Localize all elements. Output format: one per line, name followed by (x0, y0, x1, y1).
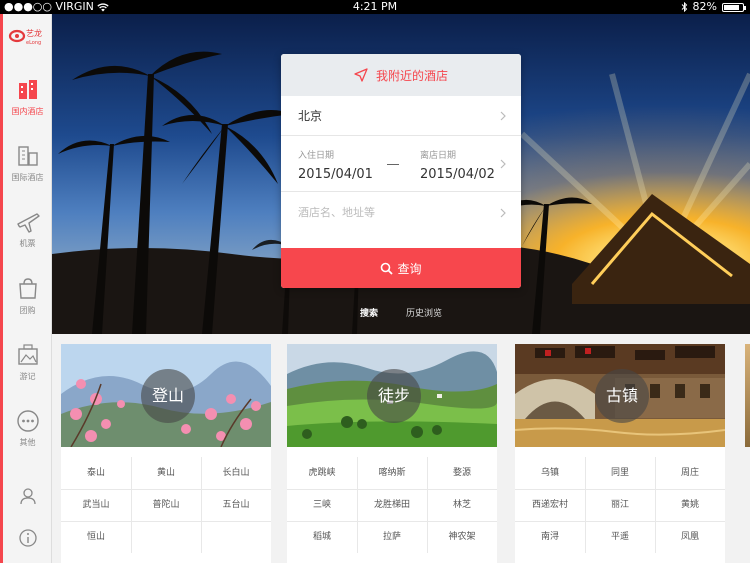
user-icon (19, 488, 36, 505)
hotel-search-card: 我附近的酒店 北京 入住日期 2015/04/01 离店日期 2015/04/0… (281, 54, 521, 288)
battery-percent: 82% (692, 0, 717, 13)
checkin-value: 2015/04/01 (298, 167, 373, 182)
chevron-right-icon (500, 208, 506, 218)
search-button[interactable]: 查询 (281, 248, 521, 288)
place-item[interactable]: 长白山 (201, 457, 271, 489)
more-icon (16, 410, 39, 432)
place-item[interactable]: 三峡 (287, 489, 357, 521)
nav-label: 国内酒店 (11, 107, 44, 116)
place-item[interactable]: 神农架 (427, 521, 497, 553)
category-title: 古镇 (595, 369, 649, 423)
place-item[interactable]: 丽江 (585, 489, 655, 521)
battery-icon (722, 2, 746, 12)
status-bar: ●●●○○ VIRGIN 4:21 PM 82% (0, 0, 750, 14)
category-photo: 徒步 (287, 344, 497, 447)
shopping-bag-icon (18, 278, 37, 299)
international-hotel-icon (17, 146, 38, 166)
city-selector[interactable]: 北京 (281, 96, 521, 136)
nav-label: 国际酒店 (11, 173, 44, 182)
place-item[interactable]: 恒山 (61, 521, 131, 553)
place-item[interactable]: 平遥 (585, 521, 655, 553)
nearby-hotels-button[interactable]: 我附近的酒店 (281, 54, 521, 96)
next-category-peek[interactable] (745, 344, 750, 447)
place-item[interactable]: 泰山 (61, 457, 131, 489)
city-value: 北京 (298, 109, 323, 123)
logo-subtext: eLong (26, 40, 41, 46)
travel-notes-icon (17, 344, 38, 365)
category-photo: 登山 (61, 344, 271, 447)
airplane-icon (16, 213, 40, 233)
place-item[interactable]: 拉萨 (357, 521, 427, 553)
nav-flights[interactable]: 机票 (3, 209, 52, 269)
nav-label: 游记 (19, 372, 36, 381)
clock: 4:21 PM (352, 0, 398, 13)
checkout-value: 2015/04/02 (420, 167, 495, 182)
category-card-hiking[interactable]: 徒步 虎跳峡 喀纳斯 婺源 三峡 龙胜梯田 林芝 稻城 拉萨 神农架 (287, 344, 497, 563)
sidebar: 艺龙 eLong 国内酒店 国际酒店 机票 团购 游记 其他 (0, 14, 52, 563)
place-item[interactable]: 林芝 (427, 489, 497, 521)
place-item[interactable]: 婺源 (427, 457, 497, 489)
search-button-label: 查询 (397, 261, 422, 276)
info-button[interactable] (3, 528, 52, 552)
nav-domestic-hotel[interactable]: 国内酒店 (3, 77, 52, 137)
place-item[interactable]: 五台山 (201, 489, 271, 521)
chevron-right-icon (500, 159, 506, 168)
nav-more[interactable]: 其他 (3, 408, 52, 468)
nav-label: 其他 (19, 438, 36, 447)
nav-label: 机票 (19, 239, 36, 248)
place-item[interactable]: 西递宏村 (515, 489, 585, 521)
user-button[interactable] (3, 486, 52, 510)
nav-group-buy[interactable]: 团购 (3, 276, 52, 336)
nearby-hotels-label: 我附近的酒店 (375, 68, 448, 83)
chevron-right-icon (500, 111, 506, 120)
info-icon (18, 529, 37, 547)
place-item[interactable]: 武当山 (61, 489, 131, 521)
tab-search[interactable]: 搜索 (360, 306, 378, 319)
checkout-label: 离店日期 (420, 151, 457, 161)
category-title: 徒步 (367, 369, 421, 423)
location-arrow-icon (354, 68, 368, 82)
nav-label: 团购 (19, 306, 36, 315)
hotel-icon (18, 80, 37, 99)
place-item[interactable]: 南浔 (515, 521, 585, 553)
place-item[interactable]: 乌镇 (515, 457, 585, 489)
category-card-climbing[interactable]: 登山 泰山 黄山 长白山 武当山 普陀山 五台山 恒山 (61, 344, 271, 563)
checkin-date[interactable]: 入住日期 2015/04/01 (298, 148, 373, 182)
category-title: 登山 (141, 369, 195, 423)
place-item[interactable]: 普陀山 (131, 489, 201, 521)
search-icon (381, 262, 394, 275)
nav-travel-notes[interactable]: 游记 (3, 342, 52, 402)
category-section: 登山 泰山 黄山 长白山 武当山 普陀山 五台山 恒山 徒步 虎跳峡 喀纳斯 婺… (52, 334, 750, 563)
checkout-date[interactable]: 离店日期 2015/04/02 (420, 148, 495, 182)
logo-text: 艺龙 (26, 28, 42, 38)
nav-international-hotel[interactable]: 国际酒店 (3, 143, 52, 203)
date-selector[interactable]: 入住日期 2015/04/01 离店日期 2015/04/02 (281, 136, 521, 192)
category-card-ancient-towns[interactable]: 古镇 乌镇 同里 周庄 西递宏村 丽江 黄姚 南浔 平遥 凤凰 (515, 344, 725, 563)
elong-logo: 艺龙 eLong (8, 28, 42, 46)
place-item[interactable]: 喀纳斯 (357, 457, 427, 489)
place-item[interactable]: 黄姚 (655, 489, 725, 521)
keyword-placeholder: 酒店名、地址等 (298, 206, 375, 219)
place-item[interactable]: 凤凰 (655, 521, 725, 553)
tab-history[interactable]: 历史浏览 (406, 306, 442, 319)
place-item[interactable]: 黄山 (131, 457, 201, 489)
place-item[interactable]: 周庄 (655, 457, 725, 489)
place-item[interactable]: 龙胜梯田 (357, 489, 427, 521)
bluetooth-icon (681, 2, 687, 12)
search-tabs: 搜索 历史浏览 (281, 306, 521, 319)
place-item[interactable]: 稻城 (287, 521, 357, 553)
category-photo: 古镇 (515, 344, 725, 447)
keyword-input[interactable]: 酒店名、地址等 (281, 192, 521, 234)
place-item[interactable]: 同里 (585, 457, 655, 489)
checkin-label: 入住日期 (298, 151, 335, 161)
date-separator (387, 164, 399, 165)
place-item[interactable]: 虎跳峡 (287, 457, 357, 489)
